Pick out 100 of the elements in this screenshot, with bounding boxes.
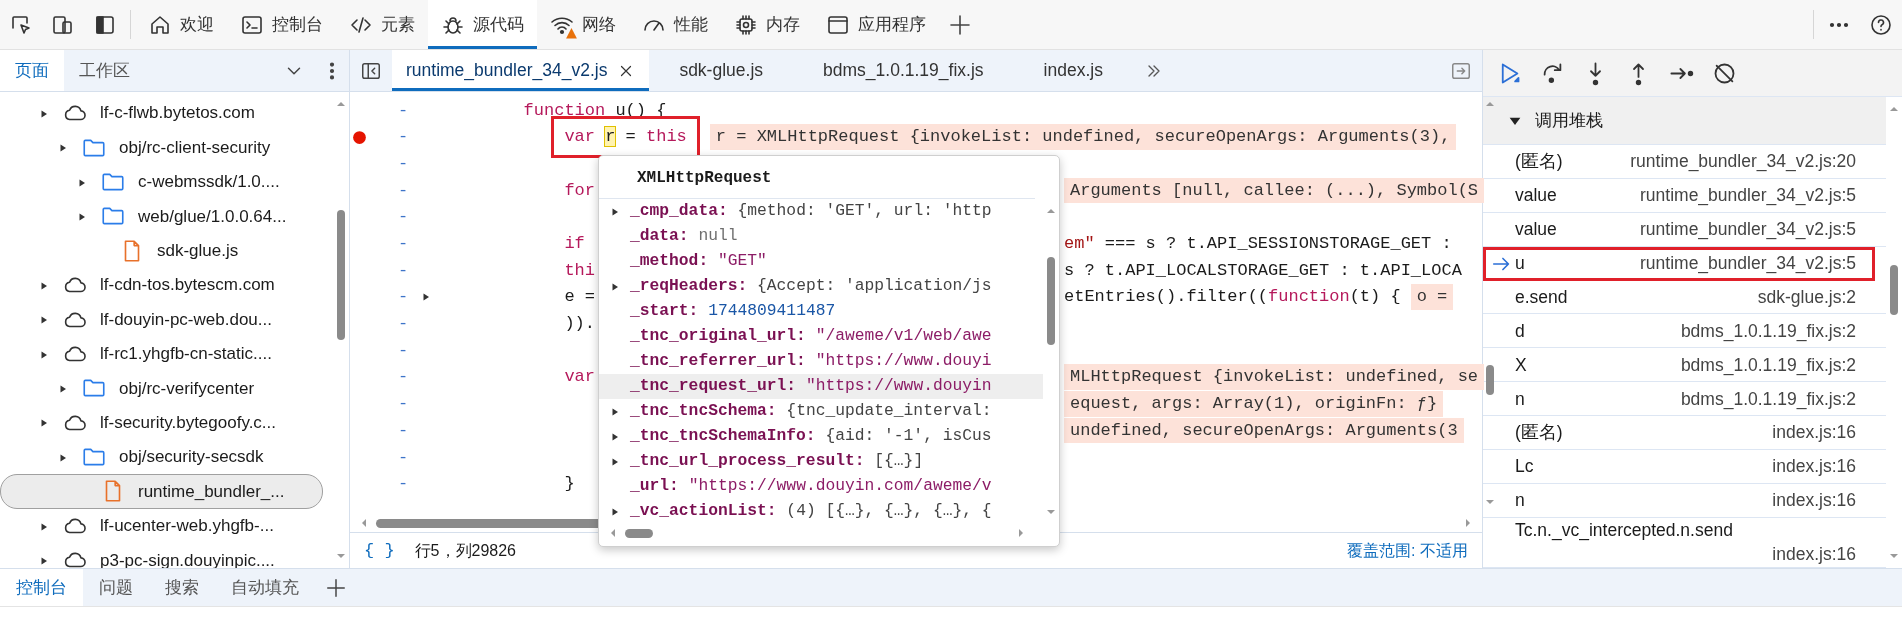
call-frame[interactable]: d bdms_1.0.1.19_fix.js:2 [1483,314,1886,349]
tree-item[interactable]: lf-c-flwb.bytetos.com [0,96,323,131]
inline-value: r = XMLHttpRequest {invokeList: undefined, secureOpenArgs: Arguments(3), [709,124,1457,150]
call-frame[interactable]: e.send sdk-glue.js:2 [1483,280,1886,315]
call-frame[interactable]: Lc index.js:16 [1483,450,1886,484]
coverage-link[interactable]: 覆盖范围: 不适用 [1347,538,1468,563]
add-tab-icon[interactable] [948,12,972,37]
tree-item[interactable]: runtime_bundler_... [0,474,323,509]
file-tab[interactable]: index.js [1013,50,1133,91]
devtools-tab[interactable]: 控制台 [227,0,336,49]
devtools-tab[interactable]: 应用程序 [813,0,939,49]
frame-location: runtime_bundler_34_v2.js:20 [1630,150,1856,174]
drawer-tab[interactable]: 控制台 [0,569,83,606]
scrollbar-thumb[interactable] [625,528,653,538]
inline-value: o = [1410,284,1454,310]
section-header[interactable]: 调用堆栈 [1483,97,1886,145]
tree-item[interactable]: lf-ucenter-web.yhgfb-... [0,508,323,544]
line-marker: - [396,339,410,362]
panel-tab[interactable]: 页面 [0,50,64,91]
frame-name: Tc.n._vc_intercepted.n.send [1515,518,1733,542]
property-row[interactable]: _reqHeaders: {Accept: 'application/js [599,274,1043,299]
property-row[interactable]: _vc_actionList: (4) [{…}, {…}, {…}, { [599,499,1043,524]
tree-item[interactable]: web/glue/1.0.0.64... [0,199,323,234]
call-frame[interactable]: value runtime_bundler_34_v2.js:5 [1483,178,1886,213]
tree-item[interactable]: lf-rc1.yhgfb-cn-static.... [0,336,323,372]
call-frame[interactable]: u runtime_bundler_34_v2.js:5 [1483,246,1875,281]
code-text: )). [564,313,595,336]
file-tab[interactable]: bdms_1.0.1.19_fix.js [793,50,1014,91]
line-marker: - [396,313,410,336]
tree-item[interactable]: sdk-glue.js [0,233,323,268]
property-row[interactable]: _tnc_original_url: "/aweme/v1/web/awe [599,324,1043,349]
tree-item[interactable]: obj/rc-client-security [0,130,323,165]
property-row[interactable]: _tnc_referrer_url: "https://www.douyi [599,349,1043,374]
devtools-tab[interactable]: 网络 [537,0,629,49]
tree-item[interactable]: lf-douyin-pc-web.dou... [0,302,323,337]
frame-name: (匿名) [1515,150,1563,174]
frame-location: index.js:16 [1772,421,1856,445]
scrollbar-thumb[interactable] [1047,257,1055,345]
scrollbar-thumb[interactable] [1890,265,1898,315]
call-frame[interactable]: X bdms_1.0.1.19_fix.js:2 [1483,348,1886,383]
tree-item[interactable]: lf-security.bytegoofy.c... [0,405,323,440]
line-marker: - [396,206,410,229]
devtools-tab[interactable]: 元素 [336,0,428,49]
property-row[interactable]: _url: "https://www.douyin.com/aweme/v [599,474,1043,499]
file-tab[interactable]: runtime_bundler_34_v2.js [392,50,650,91]
code-text: etEntries().filter((function(t) { [1064,286,1401,309]
devtools-tab[interactable]: 源代码 [428,0,537,49]
call-frame[interactable]: n index.js:16 [1483,483,1886,518]
property-row[interactable]: _start: 1744809411487 [599,299,1043,324]
drawer-tab[interactable]: 自动填充 [215,569,315,606]
tree-item[interactable]: lf-cdn-tos.bytescm.com [0,267,323,303]
frame-name: u [1515,252,1525,276]
code-text: var [564,366,595,389]
line-marker: - [396,446,410,469]
file-tab[interactable]: sdk-glue.js [649,50,794,91]
inline-value: undefined, secureOpenArgs: Arguments(3 [1064,417,1464,444]
frame-location: bdms_1.0.1.19_fix.js:2 [1680,353,1856,378]
property-row[interactable]: _method: "GET" [599,249,1043,274]
chip-icon [734,12,758,37]
call-frame[interactable]: (匿名) runtime_bundler_34_v2.js:20 [1483,145,1886,179]
frame-name: d [1515,319,1525,343]
panel-tab[interactable]: 工作区 [64,50,145,91]
code-text: em" === s ? t.API_SESSIONSTORAGE_GET : [1064,233,1452,256]
frame-name: n [1515,489,1525,513]
line-marker: - [396,99,410,122]
inline-value: MLHttpRequest {invokeList: undefined, se [1064,364,1485,390]
tree-item[interactable]: obj/rc-verifycenter [0,371,323,406]
line-marker: - [396,233,410,256]
call-frame[interactable]: n bdms_1.0.1.19_fix.js:2 [1483,382,1886,417]
line-marker: - [396,366,410,389]
drawer-tab[interactable]: 问题 [83,569,149,606]
frame-location: index.js:16 [1772,455,1856,479]
call-frame[interactable]: Tc.n._vc_intercepted.n.send index.js:16 [1483,517,1886,568]
property-row[interactable]: _tnc_tncSchema: {tnc_update_interval: [599,399,1043,424]
tooltip-title: XMLHttpRequest [599,156,1035,199]
scrollbar-thumb[interactable] [1486,365,1495,395]
add-tab-icon[interactable] [325,576,347,599]
property-row[interactable]: _tnc_request_url: "https://www.douyin [599,374,1043,399]
devtools-tab[interactable]: 欢迎 [135,0,227,49]
breakpoint-icon[interactable] [351,128,368,146]
tree-item[interactable]: c-webmssdk/1.0.... [0,164,323,200]
devtools-tab[interactable]: 性能 [629,0,721,49]
line-marker: - [396,152,410,175]
scrollbar-thumb[interactable] [337,210,345,340]
property-row[interactable]: _data: null [599,224,1043,249]
frame-location: runtime_bundler_34_v2.js:5 [1640,252,1856,276]
property-row[interactable]: _tnc_url_process_result: [{…}] [599,449,1043,474]
code-text: for [564,179,595,202]
property-row[interactable]: _tnc_tncSchemaInfo: {aid: '-1', isCus [599,424,1043,449]
code-text: } [564,473,575,496]
line-marker: - [396,179,410,202]
call-frame[interactable]: (匿名) index.js:16 [1483,416,1886,450]
help-icon[interactable] [1869,12,1893,37]
devtools-tab[interactable]: 内存 [721,0,813,49]
format-button[interactable]: { } [364,537,395,564]
drawer-tab[interactable]: 搜索 [149,569,215,606]
tree-item[interactable]: obj/security-secsdk [0,439,323,475]
property-row[interactable]: _cmp_data: {method: 'GET', url: 'http [599,199,1043,224]
call-frame[interactable]: value runtime_bundler_34_v2.js:5 [1483,212,1886,247]
line-marker: - [396,259,410,282]
